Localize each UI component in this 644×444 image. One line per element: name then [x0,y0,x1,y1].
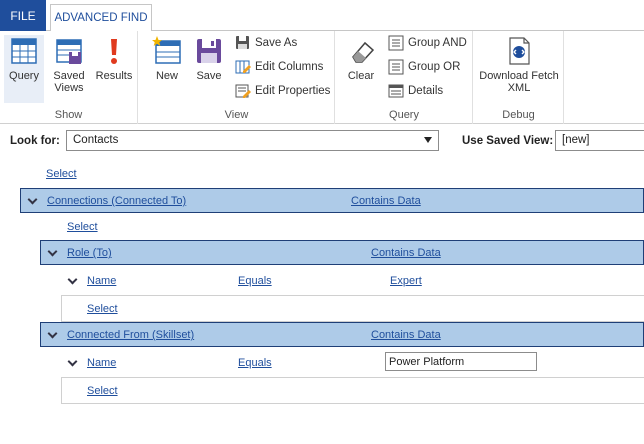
edit-properties-button[interactable]: Edit Properties [235,80,330,102]
chevron-down-icon[interactable] [48,329,58,339]
role-field-link[interactable]: Role (To) [67,247,112,259]
details-button[interactable]: Details [388,80,443,102]
group-or-button[interactable]: Group OR [388,56,460,78]
tab-strip: FILE ADVANCED FIND [0,0,644,32]
ribbon-group-label-view: View [224,109,249,121]
floppy-disk-icon [193,35,225,67]
connected-from-operator-link[interactable]: Contains Data [371,329,441,341]
chevron-down-icon[interactable] [48,247,58,257]
ribbon-group-label-debug: Debug [502,109,535,121]
ribbon-group-view: New Save Save As Edit Columns Edit Prope… [139,31,335,124]
save-as-icon [235,35,251,51]
role-name-value-link[interactable]: Expert [390,275,422,287]
chevron-down-icon[interactable] [28,195,38,205]
ribbon-group-label-query: Query [389,109,419,121]
results-button[interactable]: Results [94,35,134,82]
ribbon-group-query: Clear Group AND Group OR Details Query [336,31,473,124]
look-for-row: Look for: Contacts Use Saved View: [new] [0,124,644,158]
details-icon [388,83,404,99]
connected-from-row[interactable]: Connected From (Skillset) Contains Data [40,322,644,347]
query-button[interactable]: Query [4,35,44,103]
new-button[interactable]: New [147,35,187,82]
top-select-link[interactable]: Select [46,168,77,180]
from-select-box: Select [61,377,644,404]
dropdown-arrow-icon [424,137,432,143]
role-name-field-link[interactable]: Name [87,275,116,287]
connections-row[interactable]: Connections (Connected To) Contains Data [20,188,644,213]
exclamation-icon [98,35,130,67]
group-and-icon [388,35,404,51]
group-or-icon [388,59,404,75]
use-saved-view-label: Use Saved View: [462,135,554,147]
from-name-operator-link[interactable]: Equals [238,357,272,369]
ribbon-group-show: Query Saved Views Results Show [0,31,138,124]
from-name-field-link[interactable]: Name [87,357,116,369]
edit-columns-button[interactable]: Edit Columns [235,56,323,78]
group-and-button[interactable]: Group AND [388,32,467,54]
edit-properties-icon [235,83,251,99]
xml-document-icon [503,35,535,67]
role-operator-link[interactable]: Contains Data [371,247,441,259]
look-for-label: Look for: [10,135,60,147]
edit-columns-icon [235,59,251,75]
role-select-box: Select [61,295,644,322]
role-name-operator-link[interactable]: Equals [238,275,272,287]
from-select-link[interactable]: Select [87,385,118,397]
chevron-down-icon[interactable] [68,357,78,367]
connected-from-field-link[interactable]: Connected From (Skillset) [67,329,194,341]
ribbon-group-label-show: Show [54,109,83,121]
role-row[interactable]: Role (To) Contains Data [40,240,644,265]
download-fetch-xml-button[interactable]: Download Fetch XML [478,35,560,94]
clear-button[interactable]: Clear [342,35,380,82]
from-name-value-input[interactable] [385,352,537,371]
connections-select-link[interactable]: Select [67,221,98,233]
saved-views-icon [53,35,85,67]
query-icon [8,35,40,67]
look-for-select[interactable]: Contacts [66,130,439,151]
new-query-icon [151,35,183,67]
ribbon-group-debug: Download Fetch XML Debug [474,31,564,124]
saved-views-button[interactable]: Saved Views [48,35,90,94]
tab-advanced-find[interactable]: ADVANCED FIND [50,4,152,32]
role-select-link[interactable]: Select [87,303,118,315]
connections-operator-link[interactable]: Contains Data [351,195,421,207]
ribbon: Query Saved Views Results Show New Save … [0,31,644,124]
save-as-button[interactable]: Save As [235,32,297,54]
eraser-icon [345,35,377,67]
connections-field-link[interactable]: Connections (Connected To) [47,195,186,207]
chevron-down-icon[interactable] [68,275,78,285]
query-editor: Select Connections (Connected To) Contai… [0,158,644,444]
save-button[interactable]: Save [191,35,227,82]
tab-file[interactable]: FILE [0,0,46,31]
use-saved-view-select[interactable]: [new] [555,130,644,151]
